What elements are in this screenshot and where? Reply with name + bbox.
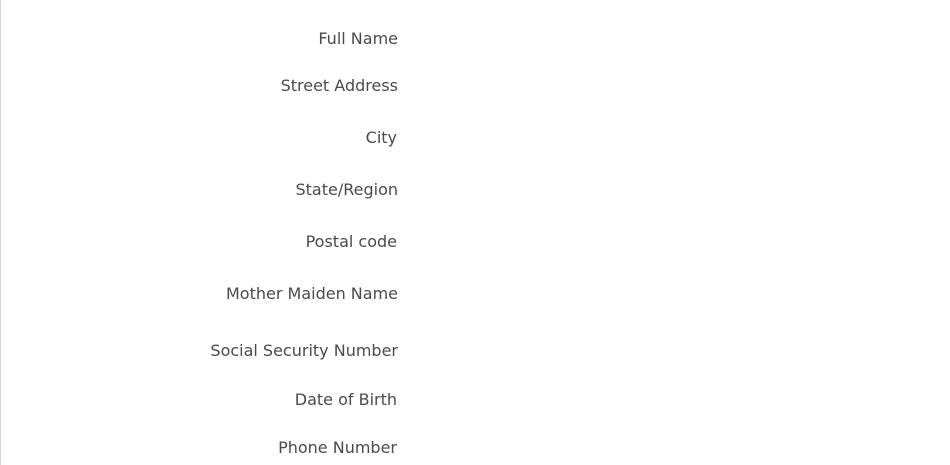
street-address-label: Street Address: [280, 76, 398, 95]
social-security-number-input[interactable]: [416, 336, 916, 366]
state-region-label: State/Region: [295, 180, 398, 199]
postal-code-input[interactable]: [416, 227, 916, 257]
city-input[interactable]: [416, 123, 916, 153]
mother-maiden-name-label: Mother Maiden Name: [226, 284, 398, 303]
phone-number-input[interactable]: [416, 433, 916, 463]
mother-maiden-name-input[interactable]: [416, 279, 916, 309]
postal-code-label: Postal code: [305, 232, 397, 251]
date-of-birth-label: Date of Birth: [294, 390, 397, 409]
city-label: City: [365, 128, 397, 147]
street-address-input[interactable]: [416, 71, 916, 101]
phone-number-label: Phone Number: [278, 438, 397, 457]
form-panel: Full Name Street Address City State/Regi…: [0, 0, 950, 465]
social-security-number-label: Social Security Number: [210, 341, 398, 360]
full-name-input[interactable]: [416, 24, 916, 54]
date-of-birth-input[interactable]: [416, 385, 916, 415]
state-region-input[interactable]: [416, 175, 916, 205]
full-name-label: Full Name: [318, 29, 398, 48]
